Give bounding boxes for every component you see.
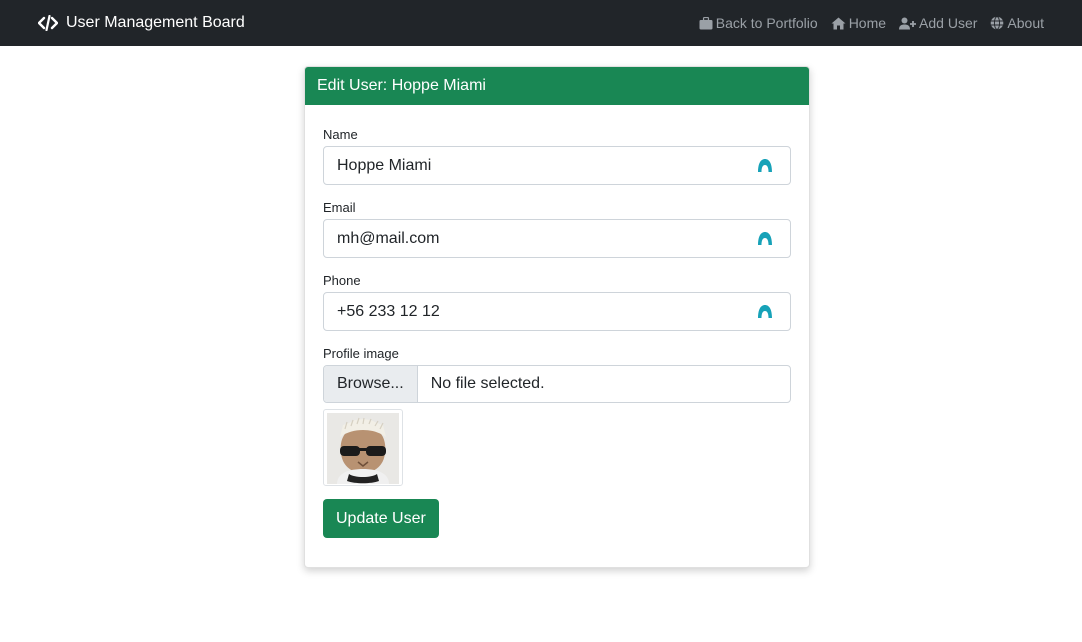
nav-about-label: About [1007,15,1044,31]
profile-image-field-group: Profile image Browse... No file selected… [323,346,791,403]
email-input-wrapper [323,219,791,258]
brand-link[interactable]: User Management Board [38,14,245,32]
phone-input-wrapper [323,292,791,331]
profile-image-label: Profile image [323,346,399,361]
card-title: Edit User: Hoppe Miami [305,67,809,105]
brand-title: User Management Board [66,14,245,31]
home-icon [831,17,846,30]
password-manager-icon[interactable] [757,231,773,250]
nav-add-user[interactable]: Add User [899,15,977,31]
email-input[interactable] [337,229,745,248]
browse-button[interactable]: Browse... [324,366,418,402]
user-plus-icon [899,17,917,30]
code-icon [38,15,58,31]
briefcase-icon [699,16,713,30]
nav-back-to-portfolio[interactable]: Back to Portfolio [699,15,818,31]
name-field-group: Name [323,127,791,185]
nav-back-to-portfolio-label: Back to Portfolio [715,15,818,31]
name-input[interactable] [337,156,745,175]
phone-label: Phone [323,273,361,288]
nav-about[interactable]: About [990,15,1044,31]
edit-user-card: Edit User: Hoppe Miami Name Email Phone [304,66,810,568]
nav-home-label: Home [848,15,887,31]
file-status-text: No file selected. [430,375,545,392]
globe-icon [990,16,1004,30]
phone-input[interactable] [337,302,745,321]
top-navbar: User Management Board Back to Portfolio … [0,0,1082,46]
name-label: Name [323,127,358,142]
password-manager-icon[interactable] [757,304,773,323]
nav-add-user-label: Add User [919,15,978,31]
profile-photo [327,413,399,484]
profile-image-file-input[interactable]: Browse... No file selected. [323,365,791,403]
email-field-group: Email [323,200,791,258]
phone-field-group: Phone [323,273,791,331]
edit-user-form: Name Email Phone [305,105,809,538]
nav-links: Back to Portfolio Home Add User About [699,15,1044,31]
email-label: Email [323,200,356,215]
nav-home[interactable]: Home [831,15,886,31]
update-user-button[interactable]: Update User [323,499,439,538]
profile-image-thumbnail [323,409,403,486]
name-input-wrapper [323,146,791,185]
password-manager-icon[interactable] [757,158,773,177]
